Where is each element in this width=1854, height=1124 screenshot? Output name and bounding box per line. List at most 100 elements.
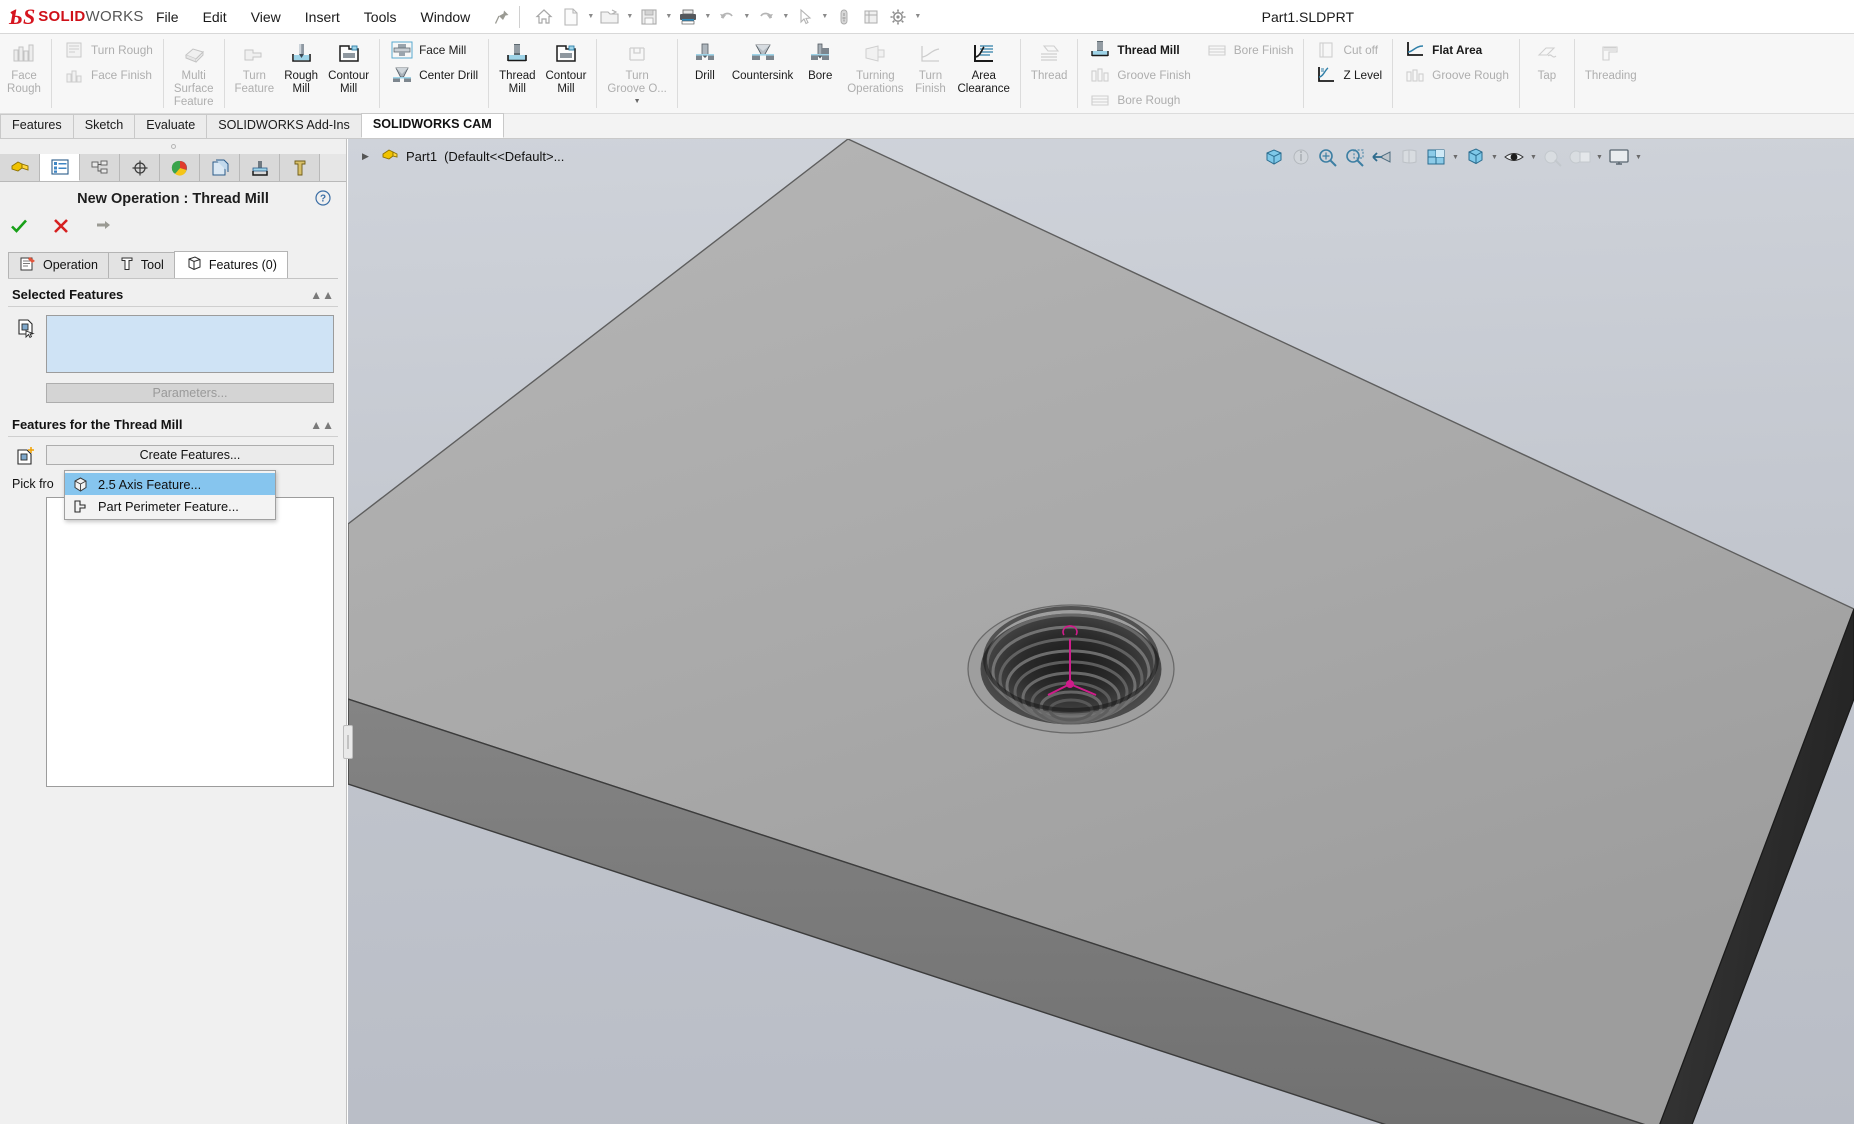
ribbon-button-thread-mill[interactable]: Thread Mill bbox=[494, 37, 540, 98]
display-manager-tab[interactable] bbox=[160, 154, 200, 181]
options-caret-icon[interactable]: ▼ bbox=[912, 4, 923, 30]
view-settings-icon[interactable] bbox=[1606, 145, 1632, 169]
ok-check-button[interactable] bbox=[8, 215, 30, 237]
ribbon-label: Turn Finish bbox=[915, 70, 946, 95]
area-clearance-icon bbox=[969, 40, 999, 68]
graphics-area[interactable]: ▶ Part1 (Default<<Default>... ▼ ▼ ▼ ▼ ▼ bbox=[348, 139, 1854, 1124]
ribbon-label: Thread bbox=[1030, 70, 1068, 82]
ribbon-group-face-rough: Face Rough bbox=[0, 34, 48, 113]
property-manager-tab[interactable] bbox=[40, 154, 80, 181]
ribbon-button-countersink[interactable]: Countersink bbox=[727, 37, 798, 85]
ribbon-separator bbox=[223, 39, 225, 108]
ribbon-button-area-clearance[interactable]: Area Clearance bbox=[953, 37, 1015, 98]
redo-caret-icon[interactable]: ▼ bbox=[780, 4, 791, 30]
apply-scene-caret-icon[interactable]: ▼ bbox=[1594, 145, 1605, 169]
measure-icon[interactable] bbox=[831, 4, 857, 30]
selected-features-list[interactable] bbox=[46, 315, 334, 373]
previous-view-icon[interactable] bbox=[1369, 145, 1395, 169]
tab-sketch[interactable]: Sketch bbox=[72, 114, 136, 138]
cancel-x-button[interactable] bbox=[50, 215, 72, 237]
pin-icon[interactable] bbox=[492, 7, 512, 27]
view-orientation-icon[interactable] bbox=[1261, 145, 1287, 169]
ribbon-button-thread-mill-2[interactable]: Thread Mill bbox=[1083, 37, 1195, 62]
tab-operation[interactable]: Operation bbox=[8, 252, 109, 278]
panel-splitter[interactable] bbox=[343, 725, 353, 759]
select-cursor-icon[interactable] bbox=[792, 4, 818, 30]
tab-features[interactable]: Features (0) bbox=[173, 251, 288, 278]
cam-feature-tree-tab[interactable] bbox=[200, 154, 240, 181]
chevron-up-icon[interactable]: ▲▲ bbox=[310, 418, 334, 432]
panel-resize-handle[interactable] bbox=[0, 139, 346, 154]
menu-view[interactable]: View bbox=[239, 5, 293, 29]
menu-window[interactable]: Window bbox=[408, 5, 482, 29]
tab-solidworks-cam[interactable]: SOLIDWORKS CAM bbox=[360, 113, 504, 138]
tab-tool[interactable]: Tool bbox=[107, 252, 175, 278]
undo-caret-icon[interactable]: ▼ bbox=[741, 4, 752, 30]
view-orientation-cube-icon[interactable] bbox=[1423, 145, 1449, 169]
new-document-caret-icon[interactable]: ▼ bbox=[585, 4, 596, 30]
feature-manager-tab[interactable] bbox=[0, 154, 40, 181]
cam-tool-tree-tab[interactable] bbox=[280, 154, 320, 181]
menu-insert[interactable]: Insert bbox=[293, 5, 352, 29]
menu-item-part-perimeter-feature[interactable]: Part Perimeter Feature... bbox=[65, 495, 275, 517]
ribbon-button-center-drill[interactable]: Center Drill bbox=[385, 62, 483, 87]
home-icon[interactable] bbox=[531, 4, 557, 30]
page-title: New Operation : Thread Mill bbox=[77, 191, 269, 207]
cam-operation-tree-tab[interactable] bbox=[240, 154, 280, 181]
redo-icon[interactable] bbox=[753, 4, 779, 30]
save-icon[interactable] bbox=[636, 4, 662, 30]
ribbon-group-hole-ops: Drill Countersink Bore Turning Operations bbox=[681, 34, 1017, 113]
menu-edit[interactable]: Edit bbox=[191, 5, 239, 29]
available-features-list[interactable] bbox=[46, 497, 334, 787]
view-orientation-caret-icon[interactable]: ▼ bbox=[1450, 145, 1461, 169]
zoom-to-area-icon[interactable] bbox=[1342, 145, 1368, 169]
ribbon-button-contour-mill[interactable]: Contour Mill bbox=[323, 37, 374, 98]
feature-tree-root[interactable]: ▶ Part1 (Default<<Default>... bbox=[362, 147, 564, 166]
solidworks-logo-mark: ƄS bbox=[9, 3, 36, 29]
ribbon-separator bbox=[379, 39, 381, 108]
options-gear-icon[interactable] bbox=[885, 4, 911, 30]
menu-item-label: Part Perimeter Feature... bbox=[98, 498, 239, 514]
open-folder-icon[interactable] bbox=[597, 4, 623, 30]
select-cursor-caret-icon[interactable]: ▼ bbox=[819, 4, 830, 30]
ribbon-button-z-level[interactable]: Z Level bbox=[1309, 62, 1387, 87]
print-icon[interactable] bbox=[675, 4, 701, 30]
ribbon-more-caret-icon[interactable]: ▼ bbox=[607, 98, 666, 106]
rebuild-icon[interactable] bbox=[858, 4, 884, 30]
open-folder-caret-icon[interactable]: ▼ bbox=[624, 4, 635, 30]
ribbon-button-contour-mill-2[interactable]: Contour Mill bbox=[541, 37, 592, 98]
tab-features[interactable]: Features bbox=[0, 114, 74, 138]
menu-file[interactable]: File bbox=[144, 5, 191, 29]
keep-visible-pin-button[interactable] bbox=[92, 215, 114, 237]
menu-tools[interactable]: Tools bbox=[352, 5, 409, 29]
part-3d-model bbox=[348, 139, 1854, 1124]
configuration-manager-tab[interactable] bbox=[80, 154, 120, 181]
menu-item-25-axis-feature[interactable]: 2.5 Axis Feature... bbox=[65, 473, 275, 495]
triangle-right-icon[interactable]: ▶ bbox=[362, 151, 374, 162]
new-document-icon[interactable] bbox=[558, 4, 584, 30]
ribbon-label: Tap bbox=[1537, 70, 1557, 82]
save-caret-icon[interactable]: ▼ bbox=[663, 4, 674, 30]
axis-feature-cube-icon bbox=[71, 475, 89, 493]
display-style-caret-icon[interactable]: ▼ bbox=[1489, 145, 1500, 169]
tab-evaluate[interactable]: Evaluate bbox=[134, 114, 208, 138]
ribbon-button-flat-area[interactable]: Flat Area bbox=[1398, 37, 1514, 62]
chevron-up-icon[interactable]: ▲▲ bbox=[310, 288, 334, 302]
undo-icon[interactable] bbox=[714, 4, 740, 30]
dimxpert-manager-tab[interactable] bbox=[120, 154, 160, 181]
hide-show-items-icon[interactable] bbox=[1501, 145, 1527, 169]
ribbon-button-bore[interactable]: Bore bbox=[798, 37, 842, 85]
ribbon-button-rough-mill[interactable]: Rough Mill bbox=[279, 37, 323, 98]
display-style-icon[interactable] bbox=[1462, 145, 1488, 169]
hide-show-caret-icon[interactable]: ▼ bbox=[1528, 145, 1539, 169]
ribbon-label: Face Mill bbox=[419, 42, 467, 57]
ribbon-button-drill[interactable]: Drill bbox=[683, 37, 727, 85]
zoom-to-fit-icon[interactable] bbox=[1315, 145, 1341, 169]
create-features-button[interactable]: Create Features... bbox=[46, 445, 334, 465]
tab-solidworks-addins[interactable]: SOLIDWORKS Add-Ins bbox=[206, 114, 362, 138]
ribbon-button-face-mill[interactable]: Face Mill bbox=[385, 37, 483, 62]
print-caret-icon[interactable]: ▼ bbox=[702, 4, 713, 30]
view-settings-caret-icon[interactable]: ▼ bbox=[1633, 145, 1644, 169]
ribbon-label: Area Clearance bbox=[957, 70, 1010, 95]
help-question-icon[interactable]: ? bbox=[314, 189, 332, 207]
